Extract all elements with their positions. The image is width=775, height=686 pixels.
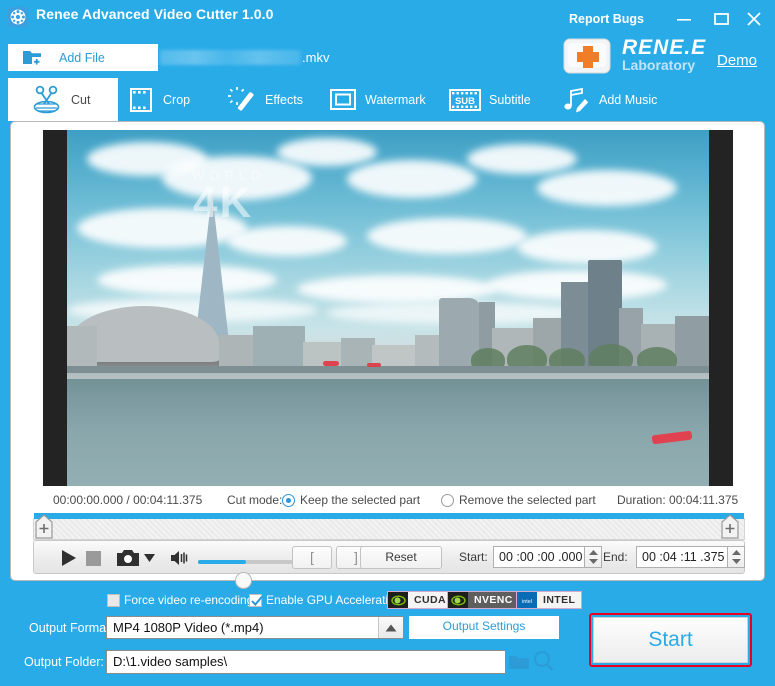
trim-handle-right-icon[interactable] — [720, 514, 740, 540]
close-icon[interactable] — [743, 8, 765, 28]
pillarbox-left — [43, 130, 67, 486]
minimize-icon[interactable] — [673, 8, 695, 28]
magic-wand-icon — [228, 86, 258, 114]
current-time-display: 00:00:00.000 / 00:04:11.375 — [53, 493, 203, 507]
speaker-icon[interactable] — [171, 550, 189, 566]
brand-sub: Laboratory — [622, 57, 696, 73]
start-time-label: Start: — [459, 550, 488, 564]
tab-watermark-label: Watermark — [365, 92, 426, 107]
video-frame-image: WORLD 4K — [67, 130, 709, 486]
start-time-spinner[interactable] — [585, 546, 602, 568]
add-file-label: Add File — [59, 50, 105, 65]
badge-cuda: CUDA — [387, 591, 453, 609]
output-folder-input[interactable]: D:\1.video samples\ — [106, 650, 506, 674]
film-reel-icon — [8, 7, 28, 27]
radio-keep-label[interactable]: Keep the selected part — [300, 493, 420, 507]
tab-subtitle[interactable]: SUB Subtitle — [448, 78, 531, 121]
end-time-label: End: — [603, 550, 628, 564]
timeline-track[interactable] — [33, 518, 745, 540]
file-name-redacted — [160, 50, 301, 65]
app-title: Renee Advanced Video Cutter 1.0.0 — [36, 6, 274, 22]
tab-crop[interactable]: Crop — [126, 78, 190, 121]
maximize-icon[interactable] — [710, 8, 732, 28]
demo-link[interactable]: Demo — [717, 52, 757, 69]
report-bugs-link[interactable]: Report Bugs — [569, 12, 644, 26]
add-folder-icon — [22, 48, 43, 67]
tab-crop-label: Crop — [163, 92, 191, 107]
output-folder-value: D:\1.video samples\ — [113, 654, 228, 669]
gpu-acceleration-label[interactable]: Enable GPU Acceleration — [266, 593, 401, 607]
output-format-select[interactable]: MP4 1080P Video (*.mp4) — [106, 616, 404, 639]
end-time-spinner[interactable] — [728, 546, 745, 568]
duration-display: Duration: 00:04:11.375 — [617, 493, 739, 507]
tab-cut-label: Cut — [71, 92, 91, 107]
nvidia-eye-icon — [448, 592, 468, 608]
playback-toolbar: [ ] Reset Start: 00 :00 :00 .000 End: 00… — [33, 540, 745, 589]
start-button[interactable]: Start — [593, 617, 748, 663]
camera-icon[interactable] — [117, 549, 139, 567]
intel-logo-icon: intel — [517, 592, 537, 608]
tab-watermark[interactable]: Watermark — [328, 78, 426, 121]
caret-up-icon[interactable] — [378, 617, 403, 638]
tab-add-music[interactable]: Add Music — [560, 78, 657, 121]
start-button-highlight: Start — [589, 613, 752, 667]
output-format-value: MP4 1080P Video (*.mp4) — [113, 620, 264, 635]
caret-down-icon[interactable] — [144, 554, 155, 562]
tab-bar: Cut Crop Effects Watermark SUB Subtitle … — [0, 78, 775, 121]
output-settings-button[interactable]: Output Settings — [409, 616, 559, 639]
timeline-selection — [34, 513, 744, 519]
badge-intel-label: INTEL — [537, 592, 582, 608]
tab-cut[interactable]: Cut — [8, 78, 118, 121]
keyboard-key-plus-icon — [563, 38, 611, 74]
trim-handle-left-icon[interactable] — [34, 514, 54, 540]
badge-intel: intel INTEL — [516, 591, 583, 609]
sub-film-icon: SUB — [448, 87, 482, 113]
start-time-input[interactable]: 00 :00 :00 .000 — [493, 546, 585, 568]
mark-in-button[interactable]: [ — [292, 546, 332, 569]
scissors-icon — [30, 85, 64, 115]
badge-cuda-label: CUDA — [408, 592, 452, 608]
radio-keep-selected-part[interactable] — [282, 494, 295, 507]
tab-effects-label: Effects — [265, 92, 303, 107]
force-reencode-checkbox[interactable] — [107, 594, 120, 607]
badge-nvenc-label: NVENC — [468, 592, 519, 608]
volume-knob[interactable] — [235, 572, 252, 589]
add-file-button[interactable]: Add File — [8, 44, 158, 71]
badge-nvenc: NVENC — [447, 591, 520, 609]
tab-subtitle-label: Subtitle — [489, 92, 531, 107]
video-preview[interactable]: WORLD 4K — [43, 130, 733, 486]
folder-icon[interactable] — [509, 654, 529, 670]
nvidia-eye-icon — [388, 592, 408, 608]
volume-fill — [198, 560, 246, 564]
output-folder-label: Output Folder: — [24, 655, 104, 669]
title-bar: Renee Advanced Video Cutter 1.0.0 Report… — [0, 0, 775, 34]
music-note-pencil-icon — [560, 86, 592, 114]
frame-icon — [328, 88, 358, 112]
film-crop-icon — [126, 87, 156, 113]
reset-button[interactable]: Reset — [360, 546, 442, 569]
file-extension: .mkv — [302, 50, 330, 65]
magnifier-icon[interactable] — [533, 650, 554, 672]
play-icon[interactable] — [60, 549, 78, 567]
gpu-acceleration-checkbox[interactable] — [249, 594, 263, 607]
tab-effects[interactable]: Effects — [228, 78, 303, 121]
volume-slider[interactable] — [198, 560, 298, 589]
brand-logo: RENE.E Laboratory Demo — [560, 36, 770, 78]
cut-mode-label: Cut mode: — [227, 493, 283, 507]
svg-text:intel: intel — [522, 599, 532, 605]
pillarbox-right — [709, 130, 733, 486]
timeline-info-strip: 00:00:00.000 / 00:04:11.375 Cut mode: Ke… — [11, 492, 766, 512]
radio-remove-label[interactable]: Remove the selected part — [459, 493, 596, 507]
radio-remove-selected-part[interactable] — [441, 494, 454, 507]
tab-add-music-label: Add Music — [599, 92, 658, 107]
force-reencode-label[interactable]: Force video re-encoding — [124, 593, 253, 607]
main-panel: WORLD 4K 00:00:00.000 / 00:04:11.375 Cut… — [10, 121, 766, 589]
output-format-label: Output Format: — [29, 621, 114, 635]
stop-icon[interactable] — [86, 551, 101, 566]
end-time-input[interactable]: 00 :04 :11 .375 — [636, 546, 728, 568]
file-path-display: .mkv — [160, 44, 329, 71]
svg-text:SUB: SUB — [455, 96, 475, 107]
